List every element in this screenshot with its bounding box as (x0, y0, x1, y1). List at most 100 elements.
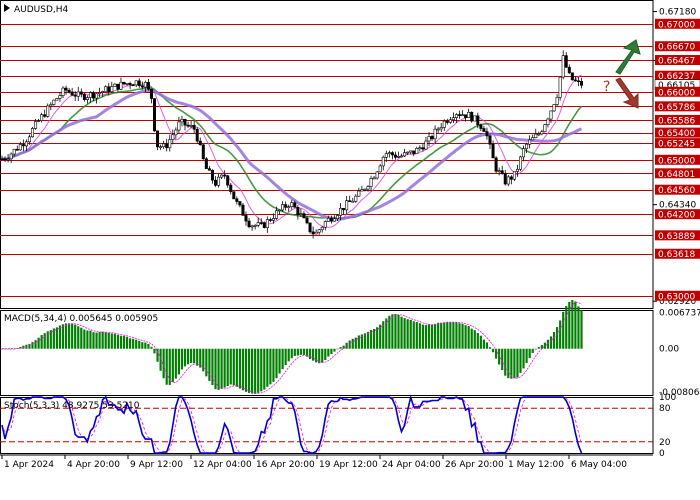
candle-body (293, 202, 297, 208)
macd-bar (321, 348, 324, 363)
candle-body (24, 141, 28, 147)
macd-bar (479, 335, 482, 349)
candle-body (43, 114, 47, 117)
macd-bar (190, 348, 193, 363)
candle-body (454, 114, 458, 118)
candle-body (406, 151, 410, 154)
macd-bar (254, 348, 257, 394)
candle-body (366, 186, 370, 190)
macd-bar (476, 332, 479, 349)
macd-bar (269, 348, 272, 385)
macd-bar (467, 326, 470, 349)
candle-body (64, 87, 68, 91)
candle-body (540, 131, 544, 135)
candle-body (512, 171, 516, 180)
macd-bar (37, 337, 40, 349)
candle-body (232, 191, 236, 200)
candle-body (479, 124, 483, 129)
candle-body (339, 207, 343, 216)
candle-body (509, 176, 513, 180)
candle-body (67, 89, 71, 93)
candle-body (274, 210, 278, 219)
candle-body (290, 202, 294, 207)
stoch-title: Stoch(5,3,3) 48.9275 53.5210 (4, 401, 140, 411)
price-tick-label: 0.64340 (659, 201, 696, 211)
macd-bar (95, 332, 98, 349)
macd-tick-label: 0.00 (659, 345, 679, 355)
macd-bar (491, 348, 495, 353)
macd-bar (482, 339, 485, 349)
candle-body (119, 81, 123, 90)
candle-body (497, 170, 501, 172)
candle-body (393, 154, 397, 158)
level-label: 0.66467 (658, 57, 695, 67)
candle-body (122, 81, 126, 85)
candle-body (73, 94, 77, 97)
candle-body (281, 204, 285, 211)
macd-bar (275, 348, 278, 379)
macd-bar (412, 321, 415, 349)
candle-body (137, 80, 141, 86)
macd-title: MACD(5,34,4) 0.005645 0.005905 (4, 314, 158, 324)
macd-bar (516, 348, 519, 378)
candle-body (37, 120, 41, 122)
candle-body (104, 86, 108, 92)
x-tick-label: 1 Apr 2024 (4, 460, 54, 470)
candle-body (15, 148, 19, 151)
macd-bar (565, 305, 568, 349)
macd-bar (531, 348, 534, 353)
candle-body (436, 128, 440, 131)
level-label: 0.65245 (658, 140, 695, 150)
macd-bar (251, 348, 254, 394)
candle-body (470, 111, 474, 122)
macd-bar (299, 348, 302, 355)
candle-body (494, 157, 498, 172)
macd-bar (208, 348, 211, 381)
candle-body (244, 215, 248, 222)
candle-body (238, 201, 242, 206)
macd-bar (119, 335, 123, 349)
macd-bar (129, 338, 132, 349)
candle-body (525, 143, 529, 149)
level-label: 0.63000 (658, 292, 695, 302)
symbol-title: AUDUSD,H4 (14, 5, 69, 15)
x-tick-label: 1 May 12:00 (508, 460, 564, 470)
macd-bar (165, 348, 168, 385)
candle-body (52, 99, 56, 105)
macd-bar (296, 348, 299, 356)
candle-body (30, 128, 34, 138)
macd-bar (144, 342, 147, 349)
candle-body (229, 184, 233, 192)
macd-bar (232, 348, 235, 386)
candle-body (387, 152, 391, 154)
candle-body (485, 131, 489, 137)
candle-body (503, 173, 507, 185)
level-label: 0.64560 (658, 186, 695, 196)
candle-body (320, 226, 324, 231)
candle-body (384, 153, 388, 158)
candle-body (354, 195, 358, 202)
macd-bar (177, 348, 180, 375)
candle-body (268, 219, 272, 221)
macd-bar (504, 348, 507, 376)
macd-bar (391, 314, 394, 349)
candle-body (357, 190, 361, 197)
candle-body (256, 222, 260, 226)
level-label: 0.63889 (658, 232, 695, 242)
candle-body (430, 136, 434, 140)
macd-bar (324, 348, 327, 361)
macd-bar (31, 342, 34, 349)
candle-body (76, 91, 80, 97)
x-tick-label: 24 Apr 04:00 (382, 460, 441, 470)
macd-bar (71, 323, 74, 349)
candle-body (235, 198, 239, 202)
candle-body (146, 82, 150, 90)
macd-bar (147, 343, 150, 349)
candle-body (284, 204, 288, 208)
macd-bar (488, 347, 492, 349)
price-tick-label: 0.67180 (659, 8, 696, 18)
candle-body (342, 207, 346, 211)
macd-bar (229, 348, 232, 385)
candle-body (217, 176, 221, 186)
candle-body (390, 152, 394, 156)
